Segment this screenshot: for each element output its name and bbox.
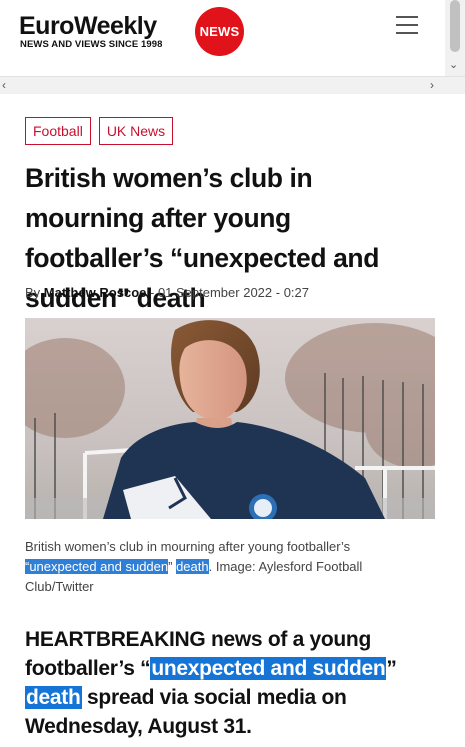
byline-separator: - [146, 285, 158, 300]
logo-wordmark: EuroWeekly [19, 12, 157, 40]
article-time: 0:27 [283, 285, 310, 300]
article-photo [25, 318, 435, 519]
category-tags: Football UK News [25, 117, 174, 145]
scrollbar-thumb[interactable] [450, 0, 460, 52]
horizontal-scrollbar[interactable]: ‹ › [0, 76, 465, 94]
photo-illustration [25, 318, 435, 519]
hamburger-menu-icon[interactable] [396, 16, 418, 36]
caption-highlight-2: death [176, 559, 209, 574]
vertical-scrollbar[interactable]: ⌄ [445, 0, 465, 76]
tag-football[interactable]: Football [25, 117, 91, 145]
byline-separator: - [272, 285, 284, 300]
article-byline: By Matthew Roscoe - 01 September 2022 - … [25, 285, 309, 300]
tag-uk-news[interactable]: UK News [98, 117, 174, 145]
caption-text: British women’s club in mourning after y… [25, 539, 351, 554]
lead-text: ” [386, 657, 397, 680]
caption-text: ” [168, 559, 177, 574]
logo-tagline: NEWS AND VIEWS SINCE 1998 [20, 39, 163, 50]
author-link[interactable]: Matthew Roscoe [44, 285, 147, 300]
scroll-right-icon[interactable]: › [430, 78, 434, 92]
article-date: 01 September 2022 [157, 285, 273, 300]
photo-caption: British women’s club in mourning after y… [25, 537, 385, 597]
caption-highlight-1: “unexpected and sudden [25, 559, 169, 574]
lead-highlight-1: unexpected and sudden [150, 657, 387, 680]
site-header: EuroWeekly NEWS NEWS AND VIEWS SINCE 199… [0, 0, 445, 76]
byline-by: By [25, 285, 41, 300]
scroll-down-icon[interactable]: ⌄ [449, 58, 458, 71]
article-lead: HEARTBREAKING news of a young footballer… [25, 625, 435, 741]
logo-news-badge: NEWS [195, 7, 244, 56]
scroll-left-icon[interactable]: ‹ [2, 78, 6, 92]
lead-highlight-2: death [25, 686, 82, 709]
